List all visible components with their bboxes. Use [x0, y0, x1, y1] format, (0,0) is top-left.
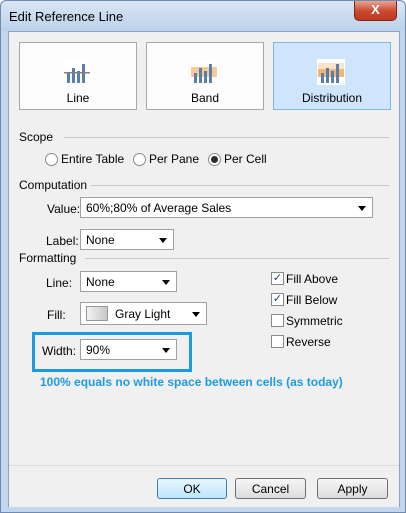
scope-divider: [64, 137, 389, 138]
computation-divider: [91, 185, 389, 186]
symmetric-checkbox[interactable]: [271, 314, 284, 327]
fill-dropdown[interactable]: Gray Light: [80, 302, 207, 325]
distribution-chart-icon: [317, 59, 345, 85]
fill-below-label: Fill Below: [286, 293, 338, 307]
fill-label: Fill:: [47, 308, 66, 322]
band-chart-icon: [190, 59, 218, 85]
checkmark-icon: ✓: [272, 272, 283, 284]
scope-heading: Scope: [19, 130, 54, 144]
symmetric-label: Symmetric: [286, 314, 343, 328]
line-dropdown[interactable]: None: [80, 271, 177, 292]
width-label: Width:: [42, 344, 77, 358]
edit-reference-line-dialog: Edit Reference Line X Line Band Distribu…: [0, 0, 406, 513]
checkmark-icon: ✓: [272, 293, 283, 305]
ok-button[interactable]: OK: [157, 478, 227, 499]
mode-band-button[interactable]: Band: [146, 42, 264, 110]
fill-below-checkbox[interactable]: ✓: [271, 293, 284, 306]
mode-distribution-label: Distribution: [301, 91, 363, 105]
chevron-down-icon: [162, 348, 170, 353]
label-label: Label:: [46, 234, 79, 248]
mode-band-label: Band: [190, 91, 220, 105]
chevron-down-icon: [162, 280, 170, 285]
formatting-divider: [85, 258, 389, 259]
mode-distribution-button[interactable]: Distribution: [273, 42, 391, 110]
close-button[interactable]: X: [354, 1, 397, 21]
dialog-title: Edit Reference Line: [9, 9, 124, 24]
scope-per-cell-radio[interactable]: [208, 153, 221, 166]
fill-above-checkbox[interactable]: ✓: [271, 272, 284, 285]
scope-entire-table-radio[interactable]: [45, 153, 58, 166]
line-selected: None: [86, 275, 115, 289]
cancel-button[interactable]: Cancel: [235, 478, 306, 499]
fill-above-label: Fill Above: [286, 272, 339, 286]
scope-entire-table-label: Entire Table: [61, 152, 125, 166]
apply-button[interactable]: Apply: [317, 478, 388, 499]
width-selected: 90%: [86, 343, 111, 357]
value-label: Value:: [47, 202, 81, 216]
computation-heading: Computation: [19, 178, 88, 192]
fill-selected: Gray Light: [115, 307, 171, 321]
value-dropdown[interactable]: 60%;80% of Average Sales: [80, 197, 373, 218]
chevron-down-icon: [358, 206, 366, 211]
chevron-down-icon: [159, 238, 167, 243]
scope-per-pane-label: Per Pane: [149, 152, 200, 166]
width-dropdown[interactable]: 90%: [80, 339, 177, 360]
value-selected: 60%;80% of Average Sales: [86, 201, 232, 215]
line-chart-icon: [63, 59, 91, 85]
label-dropdown[interactable]: None: [80, 229, 174, 250]
reverse-label: Reverse: [286, 335, 331, 349]
width-annotation-note: 100% equals no white space between cells…: [40, 375, 343, 389]
scope-per-pane-radio[interactable]: [133, 153, 146, 166]
mode-line-label: Line: [66, 91, 90, 105]
chevron-down-icon: [192, 312, 200, 317]
formatting-heading: Formatting: [19, 251, 77, 265]
dialog-footer: OK Cancel Apply: [9, 465, 399, 507]
mode-line-button[interactable]: Line: [19, 42, 137, 110]
reverse-checkbox[interactable]: [271, 335, 284, 348]
close-icon: X: [371, 2, 380, 17]
scope-per-cell-label: Per Cell: [224, 152, 267, 166]
title-bar: Edit Reference Line X: [1, 1, 405, 31]
label-selected: None: [86, 233, 115, 247]
line-label: Line:: [46, 276, 73, 290]
dialog-body: Line Band Distribution Scope Entire Tabl…: [8, 31, 400, 507]
fill-color-swatch: [86, 306, 108, 321]
